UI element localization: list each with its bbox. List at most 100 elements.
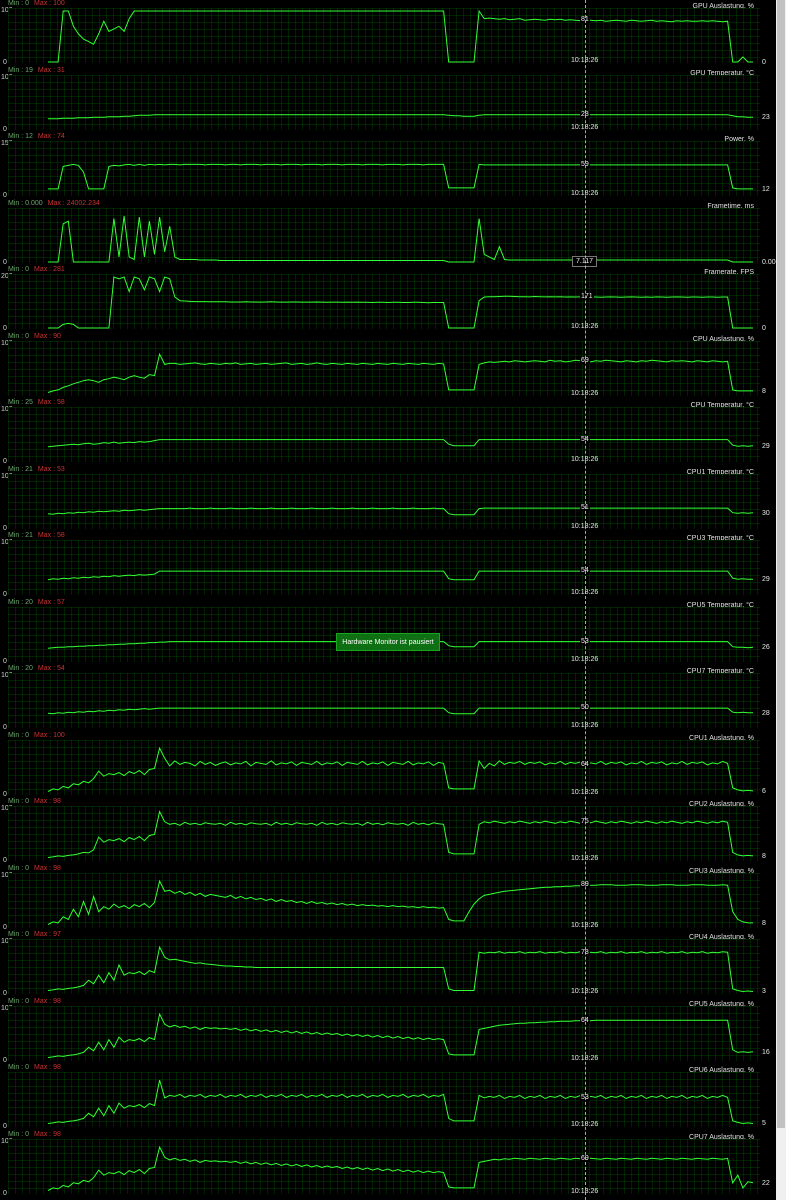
graph-plot-area [8, 274, 760, 329]
graph-panel[interactable]: Min : 0 Max : 98 CPU3 Auslastung, % 100 0 89 8… [0, 862, 776, 931]
min-max-labels: Min : 0 Max : 98 [8, 1064, 61, 1071]
graph-panel[interactable]: Min : 25 Max : 58 CPU Temperatur, °C 100 0 54… [0, 396, 776, 465]
trace-line [47, 707, 753, 715]
graph-panel[interactable]: Min : 0 Max : 98 CPU5 Auslastung, % 100 0 64 1… [0, 995, 776, 1064]
graph-plot-area [8, 474, 760, 529]
axis-min-label: 0 [3, 1190, 7, 1197]
vertical-scrollbar[interactable] [776, 0, 786, 1200]
max-label: Max : 58 [37, 399, 65, 406]
graph-plot-area [8, 1139, 760, 1194]
current-value: 22 [762, 1180, 770, 1187]
current-value: 5 [762, 1120, 766, 1127]
graph-plot-area [8, 75, 760, 130]
trace-line [48, 114, 753, 120]
min-label: Min : 0 [8, 931, 30, 938]
min-max-labels: Min : 25 Max : 58 [8, 399, 65, 406]
current-value: 6 [762, 788, 766, 795]
trace-line [47, 746, 754, 792]
max-label: Max : 24002.234 [47, 200, 100, 207]
trace-line [47, 570, 753, 581]
graph-panel[interactable]: Min : 19 Max : 31 GPU Temperatur, °C 100 0 28… [0, 64, 776, 133]
trace-line [48, 216, 753, 263]
min-label: Min : 0 [8, 732, 30, 739]
min-max-labels: Min : 0 Max : 100 [8, 732, 65, 739]
max-label: Max : 58 [37, 532, 65, 539]
trace-line [47, 1145, 754, 1191]
paused-notice: Hardware Monitor ist pausiert [336, 633, 440, 651]
graph-trace [47, 1145, 754, 1191]
max-label: Max : 31 [37, 67, 65, 74]
max-label: Max : 97 [34, 931, 61, 938]
graph-trace [48, 216, 753, 263]
trace-line [47, 1012, 754, 1058]
min-max-labels: Min : 20 Max : 57 [8, 599, 65, 606]
graph-panel[interactable]: Min : 0 Max : 100 GPU Auslastung, % 100 0 81 0… [0, 0, 776, 66]
min-max-labels: Min : 21 Max : 58 [8, 532, 65, 539]
graph-panel[interactable]: Min : 0 Max : 100 CPU1 Auslastung, % 0 64 6 10… [0, 729, 776, 798]
graph-trace [48, 276, 753, 329]
graph-plot-area [8, 341, 760, 396]
graph-panel[interactable]: Min : 21 Max : 53 CPU1 Temperatur, °C 100 0 5… [0, 463, 776, 532]
graph-trace [48, 163, 753, 190]
graph-panel[interactable]: Min : 0 Max : 90 CPU Auslastung, % 100 69 8 10… [0, 330, 776, 397]
graph-trace [47, 707, 753, 715]
trace-line [47, 879, 753, 925]
graph-panel[interactable]: Min : 0 Max : 98 CPU6 Auslastung, % 0 53 5 10:… [0, 1061, 776, 1130]
graph-plot-area [8, 141, 760, 196]
current-value: 3 [762, 988, 766, 995]
graph-panel[interactable]: Min : 0 Max : 98 CPU7 Auslastung, % 100 0 69 2… [0, 1128, 776, 1197]
current-value: 29 [762, 443, 770, 450]
current-value: 8 [762, 853, 766, 860]
min-max-labels: Min : 0 Max : 98 [8, 798, 61, 805]
max-label: Max : 281 [34, 266, 65, 273]
graph-panel[interactable]: Min : 0 Max : 281 Framerate, FPS 200 0 171 0 10… [0, 263, 776, 332]
current-value: 28 [762, 710, 770, 717]
trace-line [48, 163, 753, 190]
graph-trace [47, 570, 753, 581]
min-label: Min : 21 [8, 532, 33, 539]
max-label: Max : 90 [34, 333, 61, 340]
graph-trace [47, 352, 753, 393]
min-max-labels: Min : 0 Max : 98 [8, 998, 61, 1005]
current-value: 26 [762, 644, 770, 651]
graph-plot-area [8, 939, 760, 994]
current-value: 30 [762, 510, 770, 517]
min-max-labels: Min : 0 Max : 100 [8, 0, 65, 7]
graph-panel[interactable]: Min : 20 Max : 54 CPU7 Temperatur, °C 100 0 5… [0, 662, 776, 731]
trace-line [48, 9, 753, 63]
current-value: 12 [762, 186, 770, 193]
trace-line [47, 945, 754, 993]
max-label: Max : 53 [37, 466, 65, 473]
scrollbar-thumb[interactable] [777, 0, 785, 1128]
graph-panel[interactable]: Min : 21 Max : 58 CPU3 Temperatur, °C 100 0 5… [0, 529, 776, 598]
min-label: Min : 12 [8, 133, 33, 140]
graph-trace [47, 810, 754, 858]
graph-panel[interactable]: Min : 20 Max : 57 CPU5 Temperatur, °C 0 53 26… [0, 596, 776, 665]
hardware-monitor-graphs[interactable]: Min : 0 Max : 100 GPU Auslastung, % 100 0 81 0… [0, 0, 776, 1200]
max-label: Max : 98 [34, 865, 61, 872]
graph-trace [48, 114, 753, 120]
current-value: 8 [762, 920, 766, 927]
graph-trace [47, 879, 753, 925]
min-label: Min : 21 [8, 466, 33, 473]
graph-plot-area [8, 673, 760, 728]
min-label: Min : 19 [8, 67, 33, 74]
graph-panel[interactable]: Min : 0 Max : 98 CPU2 Auslastung, % 100 0 75 8… [0, 795, 776, 864]
graph-panel[interactable]: Min : 12 Max : 74 Power, % 150 0 59 12 10:18:26 [0, 130, 776, 199]
min-label: Min : 0 [8, 0, 30, 7]
trace-line [47, 1079, 754, 1125]
graph-plot-area [8, 407, 760, 462]
min-label: Min : 25 [8, 399, 33, 406]
graph-trace [47, 1079, 754, 1125]
current-value: 29 [762, 576, 770, 583]
graph-trace [47, 1012, 754, 1058]
min-label: Min : 0 [8, 998, 30, 1005]
graph-plot-area [8, 540, 760, 595]
graph-panel[interactable]: Min : 0.000 Max : 24002.234 Frametime, ms 0… [0, 197, 776, 267]
graph-plot-area [8, 8, 760, 63]
graph-plot-area [8, 1072, 760, 1127]
graph-panel[interactable]: Min : 0 Max : 97 CPU4 Auslastung, % 100 0 78 3… [0, 928, 776, 997]
max-label: Max : 100 [34, 0, 65, 7]
graph-trace [47, 507, 754, 516]
trace-line [48, 276, 753, 329]
